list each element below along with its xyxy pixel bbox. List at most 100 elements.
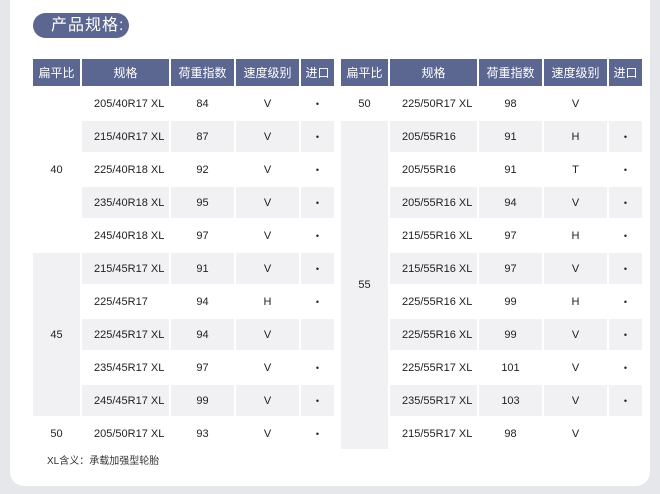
speed-cell: H (571, 229, 580, 242)
spec-cell: 225/55R16 XL (390, 319, 477, 350)
load-cell: 94 (171, 319, 234, 350)
spec-cell: 215/40R17 XL (82, 121, 169, 152)
speed-cell: H (263, 295, 272, 308)
import-cell: • (315, 164, 320, 175)
spec-cell: 205/40R17 XL (94, 97, 165, 110)
speed-cell: V (544, 253, 607, 284)
speed-cell: V (544, 385, 607, 416)
ratio-cell: 50 (341, 88, 388, 119)
spec-cell: 245/40R18 XL (94, 229, 165, 242)
spec-cell: 215/55R16 XL (402, 229, 473, 242)
header-spec: 规格 (390, 59, 477, 86)
load-cell: 93 (196, 427, 209, 440)
header-spec: 规格 (82, 59, 169, 86)
spec-cell: 205/55R16 (402, 163, 456, 176)
right-spec-table: 扁平比 规格 荷重指数 速度级别 进口 50 225/50R17 XL 98 V 55 2… (339, 57, 644, 451)
import-cell: • (315, 230, 320, 241)
spec-cell: 225/45R17 XL (82, 319, 169, 350)
speed-cell: V (571, 361, 580, 374)
load-cell: 98 (504, 427, 517, 440)
table-row: 55 205/55R16 91 H • (341, 121, 642, 449)
xl-note: XL含义：承载加强型轮胎 (47, 456, 160, 467)
speed-cell: V (263, 97, 272, 110)
import-cell: • (623, 362, 628, 373)
import-cell: • (301, 187, 334, 218)
speed-cell: V (263, 427, 272, 440)
load-cell: 94 (479, 187, 542, 218)
import-cell: • (609, 121, 642, 152)
header-ratio: 扁平比 (341, 59, 388, 86)
spec-cell: 235/40R18 XL (82, 187, 169, 218)
import-cell: • (301, 385, 334, 416)
import-cell: • (315, 98, 320, 109)
table-header-row: 扁平比 规格 荷重指数 速度级别 进口 (33, 59, 334, 86)
load-cell: 91 (504, 163, 517, 176)
left-spec-table: 扁平比 规格 荷重指数 速度级别 进口 40 205/40R17 XL 84 V • 21… (31, 57, 336, 451)
load-cell: 95 (171, 187, 234, 218)
table-row: 50 205/50R17 XL 93 V • (33, 418, 334, 449)
spec-cell: 225/40R18 XL (94, 163, 165, 176)
load-cell: 92 (196, 163, 209, 176)
spec-cell: 245/45R17 XL (82, 385, 169, 416)
load-cell: 97 (196, 361, 209, 374)
spec-cell: 215/55R17 XL (402, 427, 473, 440)
speed-cell: V (263, 361, 272, 374)
spec-cell: 205/50R17 XL (94, 427, 165, 440)
ratio-cell: 55 (341, 121, 388, 449)
speed-cell: H (544, 121, 607, 152)
table-row: 40 205/40R17 XL 84 V • (33, 88, 334, 251)
import-cell (609, 88, 642, 119)
spec-card: 产品规格: 扁平比 规格 荷重指数 速度级别 进口 40 205/40R17 XL… (10, 0, 650, 486)
header-import: 进口 (609, 59, 642, 86)
import-cell: • (623, 164, 628, 175)
speed-cell: V (236, 253, 299, 284)
import-cell: • (315, 296, 320, 307)
spec-cell: 205/55R16 (390, 121, 477, 152)
speed-cell: V (544, 319, 607, 350)
section-title: 产品规格: (33, 13, 129, 38)
load-cell: 97 (504, 229, 517, 242)
load-cell: 99 (479, 319, 542, 350)
speed-cell: V (236, 319, 299, 350)
load-cell: 99 (504, 295, 517, 308)
header-load: 荷重指数 (171, 59, 234, 86)
load-cell: 84 (196, 97, 209, 110)
spec-cell: 225/45R17 (94, 295, 148, 308)
speed-cell: V (236, 121, 299, 152)
table-header-row: 扁平比 规格 荷重指数 速度级别 进口 (341, 59, 642, 86)
load-cell: 91 (479, 121, 542, 152)
load-cell: 103 (479, 385, 542, 416)
speed-cell: V (263, 163, 272, 176)
speed-cell: V (236, 187, 299, 218)
load-cell: 91 (171, 253, 234, 284)
import-cell: • (609, 253, 642, 284)
import-cell: • (609, 187, 642, 218)
spec-cell: 225/55R16 XL (402, 295, 473, 308)
import-cell: • (315, 428, 320, 439)
header-speed: 速度级别 (236, 59, 299, 86)
spec-cell: 215/55R16 XL (390, 253, 477, 284)
import-cell: • (301, 121, 334, 152)
speed-cell: V (571, 427, 580, 440)
spec-cell: 225/55R17 XL (402, 361, 473, 374)
import-cell (301, 319, 334, 350)
header-ratio: 扁平比 (33, 59, 80, 86)
header-import: 进口 (301, 59, 334, 86)
spec-cell: 205/55R16 XL (390, 187, 477, 218)
ratio-cell: 50 (33, 418, 80, 449)
import-cell: • (609, 385, 642, 416)
speed-cell: V (236, 385, 299, 416)
table-row: 45 215/45R17 XL 91 V • (33, 253, 334, 416)
load-cell: 94 (196, 295, 209, 308)
import-cell: • (623, 296, 628, 307)
header-load: 荷重指数 (479, 59, 542, 86)
load-cell: 87 (171, 121, 234, 152)
ratio-cell: 40 (33, 88, 80, 251)
import-cell: • (623, 230, 628, 241)
import-cell: • (301, 253, 334, 284)
load-cell: 101 (501, 361, 520, 374)
load-cell: 98 (504, 97, 517, 110)
ratio-cell: 45 (33, 253, 80, 416)
spec-cell: 235/45R17 XL (94, 361, 165, 374)
load-cell: 97 (196, 229, 209, 242)
